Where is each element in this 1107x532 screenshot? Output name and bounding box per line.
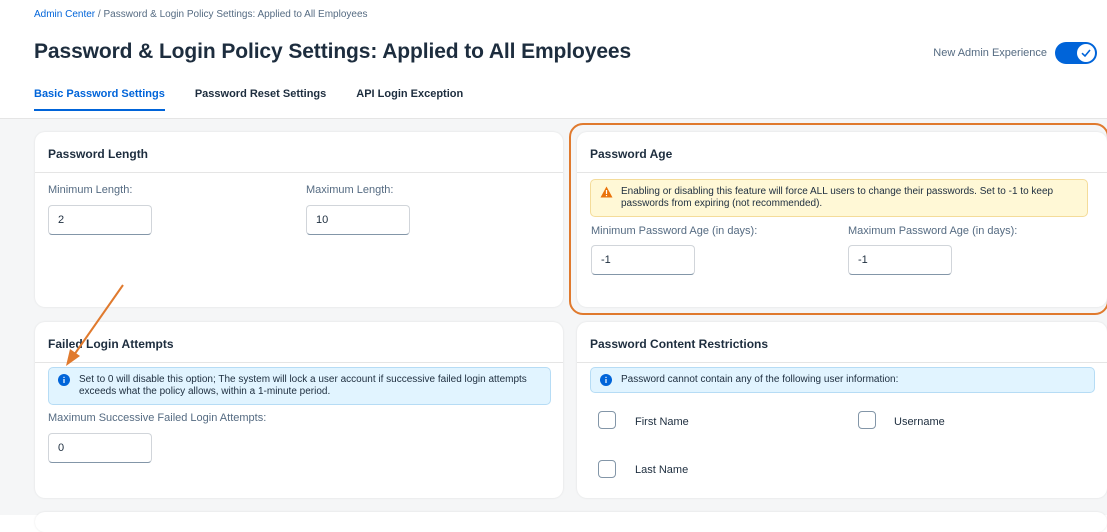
last-name-label: Last Name <box>635 464 689 476</box>
info-icon <box>600 374 612 390</box>
first-name-checkbox[interactable] <box>598 411 616 429</box>
username-label: Username <box>894 416 945 428</box>
breadcrumb-current: Password & Login Policy Settings: Applie… <box>103 9 368 20</box>
tab-api-login-exception[interactable]: API Login Exception <box>356 88 463 111</box>
minimum-length-label: Minimum Length: <box>48 184 133 196</box>
password-age-card: Password Age Enabling or disabling this … <box>577 132 1107 307</box>
admin-experience-switch[interactable] <box>1055 42 1097 64</box>
divider <box>35 172 563 173</box>
info-text: Set to 0 will disable this option; The s… <box>79 374 527 397</box>
info-text: Password cannot contain any of the follo… <box>621 374 899 385</box>
admin-experience-toggle-group: New Admin Experience <box>933 42 1097 64</box>
tab-basic-password-settings[interactable]: Basic Password Settings <box>34 88 165 111</box>
maximum-length-input[interactable]: 10 <box>306 205 410 235</box>
password-age-warning: Enabling or disabling this feature will … <box>590 179 1088 217</box>
minimum-length-input[interactable]: 2 <box>48 205 152 235</box>
tab-password-reset-settings[interactable]: Password Reset Settings <box>195 88 326 111</box>
divider <box>35 362 563 363</box>
divider <box>577 362 1107 363</box>
max-failed-attempts-input[interactable]: 0 <box>48 433 152 463</box>
admin-experience-label: New Admin Experience <box>933 47 1047 59</box>
first-name-label: First Name <box>635 416 689 428</box>
minimum-password-age-input[interactable]: -1 <box>591 245 695 275</box>
switch-knob <box>1077 44 1095 62</box>
page-header: Admin Center / Password & Login Policy S… <box>0 0 1107 118</box>
card-title: Failed Login Attempts <box>48 337 174 351</box>
warning-triangle-icon <box>600 186 613 202</box>
failed-login-info: Set to 0 will disable this option; The s… <box>48 367 551 405</box>
password-content-restrictions-card: Password Content Restrictions Password c… <box>577 322 1107 498</box>
failed-login-attempts-card: Failed Login Attempts Set to 0 will disa… <box>35 322 563 498</box>
minimum-password-age-label: Minimum Password Age (in days): <box>591 225 758 237</box>
maximum-password-age-input[interactable]: -1 <box>848 245 952 275</box>
next-card-partial <box>35 512 1107 532</box>
content-restrictions-info: Password cannot contain any of the follo… <box>590 367 1095 393</box>
checkmark-icon <box>1081 49 1091 58</box>
card-title: Password Age <box>590 147 673 161</box>
max-failed-attempts-label: Maximum Successive Failed Login Attempts… <box>48 412 267 424</box>
card-title: Password Length <box>48 147 149 161</box>
username-checkbox[interactable] <box>858 411 876 429</box>
maximum-password-age-label: Maximum Password Age (in days): <box>848 225 1018 237</box>
info-icon <box>58 374 70 390</box>
maximum-length-label: Maximum Length: <box>306 184 394 196</box>
breadcrumb-admin-center-link[interactable]: Admin Center <box>34 9 95 20</box>
warning-text: Enabling or disabling this feature will … <box>621 186 1054 209</box>
last-name-checkbox[interactable] <box>598 460 616 478</box>
tab-bar: Basic Password Settings Password Reset S… <box>34 88 463 111</box>
password-length-card: Password Length Minimum Length: 2 Maximu… <box>35 132 563 307</box>
card-title: Password Content Restrictions <box>590 337 769 351</box>
divider <box>577 172 1107 173</box>
content-area: Password Length Minimum Length: 2 Maximu… <box>0 118 1107 532</box>
breadcrumb: Admin Center / Password & Login Policy S… <box>34 9 368 20</box>
page-title: Password & Login Policy Settings: Applie… <box>34 40 632 63</box>
